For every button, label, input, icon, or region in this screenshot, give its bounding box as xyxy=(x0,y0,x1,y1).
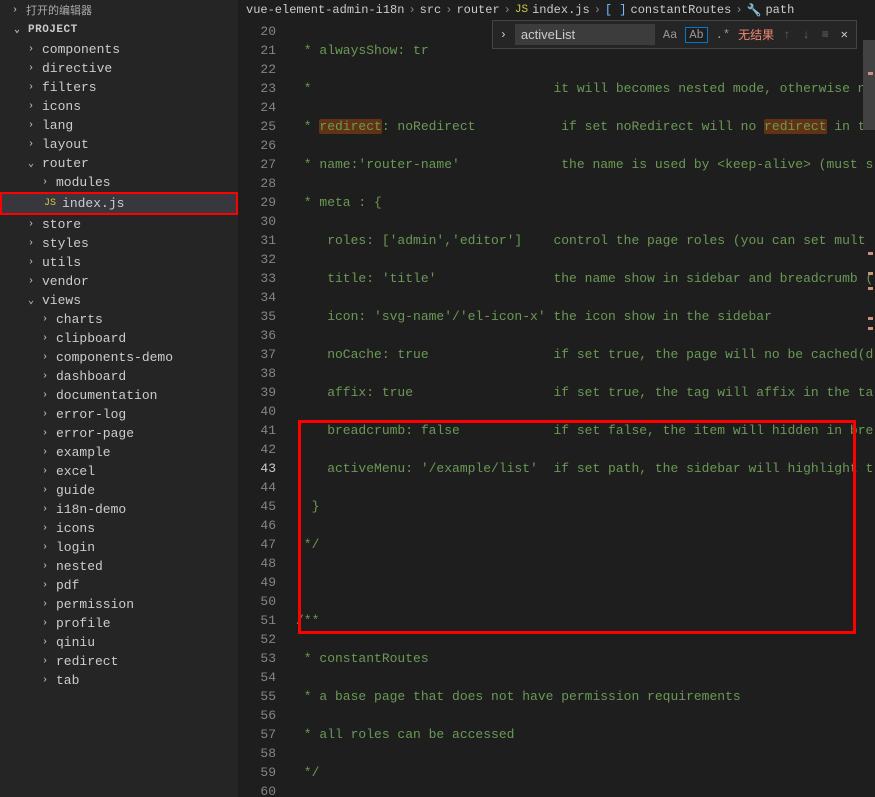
folder-icons2[interactable]: ›icons xyxy=(0,519,238,538)
folder-guide[interactable]: ›guide xyxy=(0,481,238,500)
bc-file[interactable]: index.js xyxy=(532,3,590,17)
wrench-icon: 🔧 xyxy=(747,3,762,18)
folder-i18n-demo[interactable]: ›i18n-demo xyxy=(0,500,238,519)
folder-redirect[interactable]: ›redirect xyxy=(0,652,238,671)
array-icon: [ ] xyxy=(605,3,627,17)
bc-prop[interactable]: path xyxy=(765,3,794,17)
folder-example[interactable]: ›example xyxy=(0,443,238,462)
file-tree: ›components ›directive ›filters ›icons ›… xyxy=(0,40,238,690)
folder-dashboard[interactable]: ›dashboard xyxy=(0,367,238,386)
bc-const[interactable]: constantRoutes xyxy=(631,3,732,17)
breadcrumb: vue-element-admin-i18n› src› router› JS … xyxy=(238,0,875,20)
folder-profile[interactable]: ›profile xyxy=(0,614,238,633)
folder-login[interactable]: ›login xyxy=(0,538,238,557)
bc-src[interactable]: src xyxy=(420,3,442,17)
file-index-js[interactable]: JSindex.js xyxy=(0,192,238,215)
editor-main: vue-element-admin-i18n› src› router› JS … xyxy=(238,0,875,797)
folder-utils[interactable]: ›utils xyxy=(0,253,238,272)
line-gutter: 2021222324252627282930313233343536373839… xyxy=(238,20,290,797)
folder-clipboard[interactable]: ›clipboard xyxy=(0,329,238,348)
folder-excel[interactable]: ›excel xyxy=(0,462,238,481)
code-area[interactable]: * alwaysShow: tr * it will becomes neste… xyxy=(290,20,875,797)
folder-modules[interactable]: ›modules xyxy=(0,173,238,192)
folder-charts[interactable]: ›charts xyxy=(0,310,238,329)
project-section[interactable]: ⌄PROJECT xyxy=(0,20,238,40)
minimap[interactable] xyxy=(869,62,873,797)
annotation-box xyxy=(298,420,856,634)
folder-layout[interactable]: ›layout xyxy=(0,135,238,154)
folder-router[interactable]: ⌄router xyxy=(0,154,238,173)
bc-root[interactable]: vue-element-admin-i18n xyxy=(246,3,404,17)
folder-vendor[interactable]: ›vendor xyxy=(0,272,238,291)
folder-tab[interactable]: ›tab xyxy=(0,671,238,690)
js-file-icon: JS xyxy=(44,198,56,209)
folder-lang[interactable]: ›lang xyxy=(0,116,238,135)
folder-error-log[interactable]: ›error-log xyxy=(0,405,238,424)
editor[interactable]: 2021222324252627282930313233343536373839… xyxy=(238,20,875,797)
folder-pdf[interactable]: ›pdf xyxy=(0,576,238,595)
js-icon: JS xyxy=(515,4,528,16)
folder-qiniu[interactable]: ›qiniu xyxy=(0,633,238,652)
folder-permission[interactable]: ›permission xyxy=(0,595,238,614)
folder-filters[interactable]: ›filters xyxy=(0,78,238,97)
sidebar: ›打开的编辑器 ⌄PROJECT ›components ›directive … xyxy=(0,0,238,797)
folder-directive[interactable]: ›directive xyxy=(0,59,238,78)
folder-error-page[interactable]: ›error-page xyxy=(0,424,238,443)
folder-components[interactable]: ›components xyxy=(0,40,238,59)
folder-styles[interactable]: ›styles xyxy=(0,234,238,253)
folder-icons[interactable]: ›icons xyxy=(0,97,238,116)
folder-documentation[interactable]: ›documentation xyxy=(0,386,238,405)
folder-views[interactable]: ⌄views xyxy=(0,291,238,310)
folder-nested[interactable]: ›nested xyxy=(0,557,238,576)
folder-components-demo[interactable]: ›components-demo xyxy=(0,348,238,367)
bc-router[interactable]: router xyxy=(456,3,499,17)
folder-store[interactable]: ›store xyxy=(0,215,238,234)
open-editors-header[interactable]: ›打开的编辑器 xyxy=(0,0,238,20)
